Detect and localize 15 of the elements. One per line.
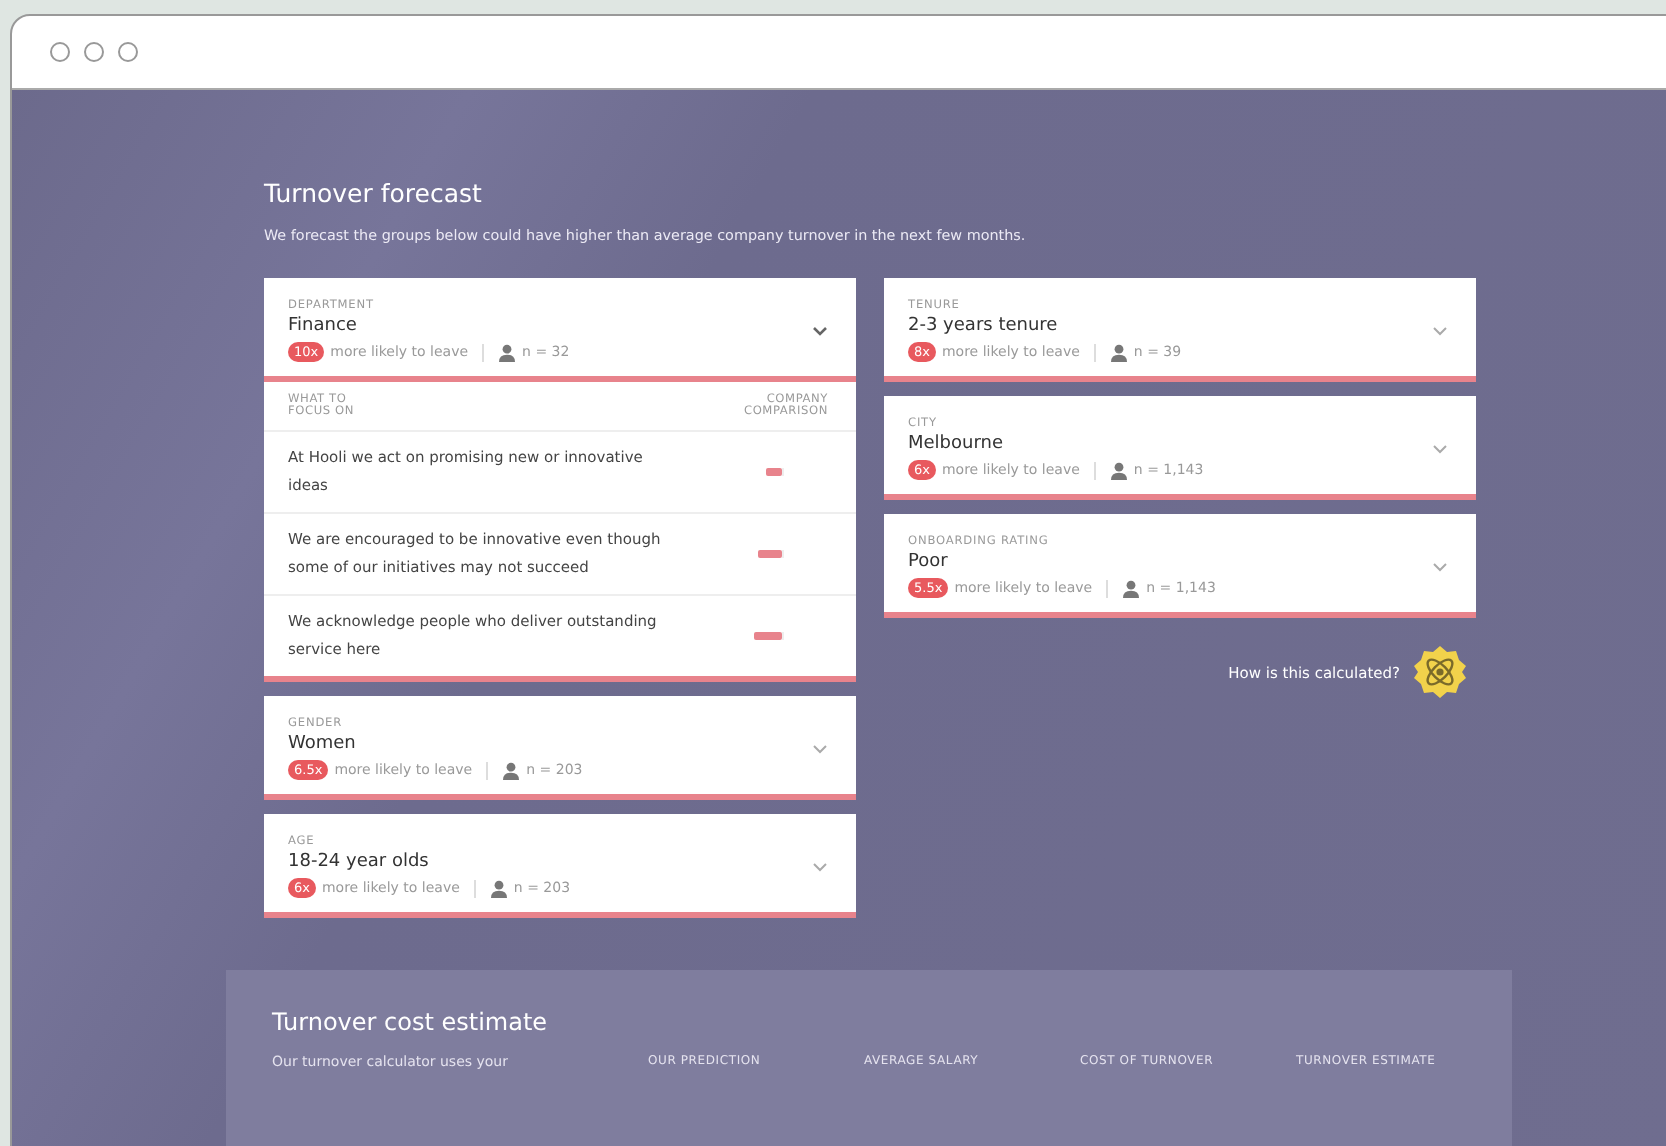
person-icon xyxy=(498,343,517,361)
group-name: 18-24 year olds xyxy=(288,852,431,872)
person-icon xyxy=(489,879,508,897)
group-name: Finance xyxy=(288,316,359,336)
person-icon xyxy=(502,761,521,779)
group-name: 2-3 years tenure xyxy=(908,316,1060,336)
group-name: Melbourne xyxy=(908,434,1006,454)
group-name: Poor xyxy=(908,552,950,572)
person-icon xyxy=(1109,461,1128,479)
section-title: Turnover forecast xyxy=(264,178,484,208)
person-icon xyxy=(1122,579,1141,597)
atom-icon xyxy=(1412,644,1468,700)
panel-title: Turnover cost estimate xyxy=(272,1008,550,1036)
person-icon xyxy=(1109,343,1128,361)
group-name: Women xyxy=(288,734,358,754)
